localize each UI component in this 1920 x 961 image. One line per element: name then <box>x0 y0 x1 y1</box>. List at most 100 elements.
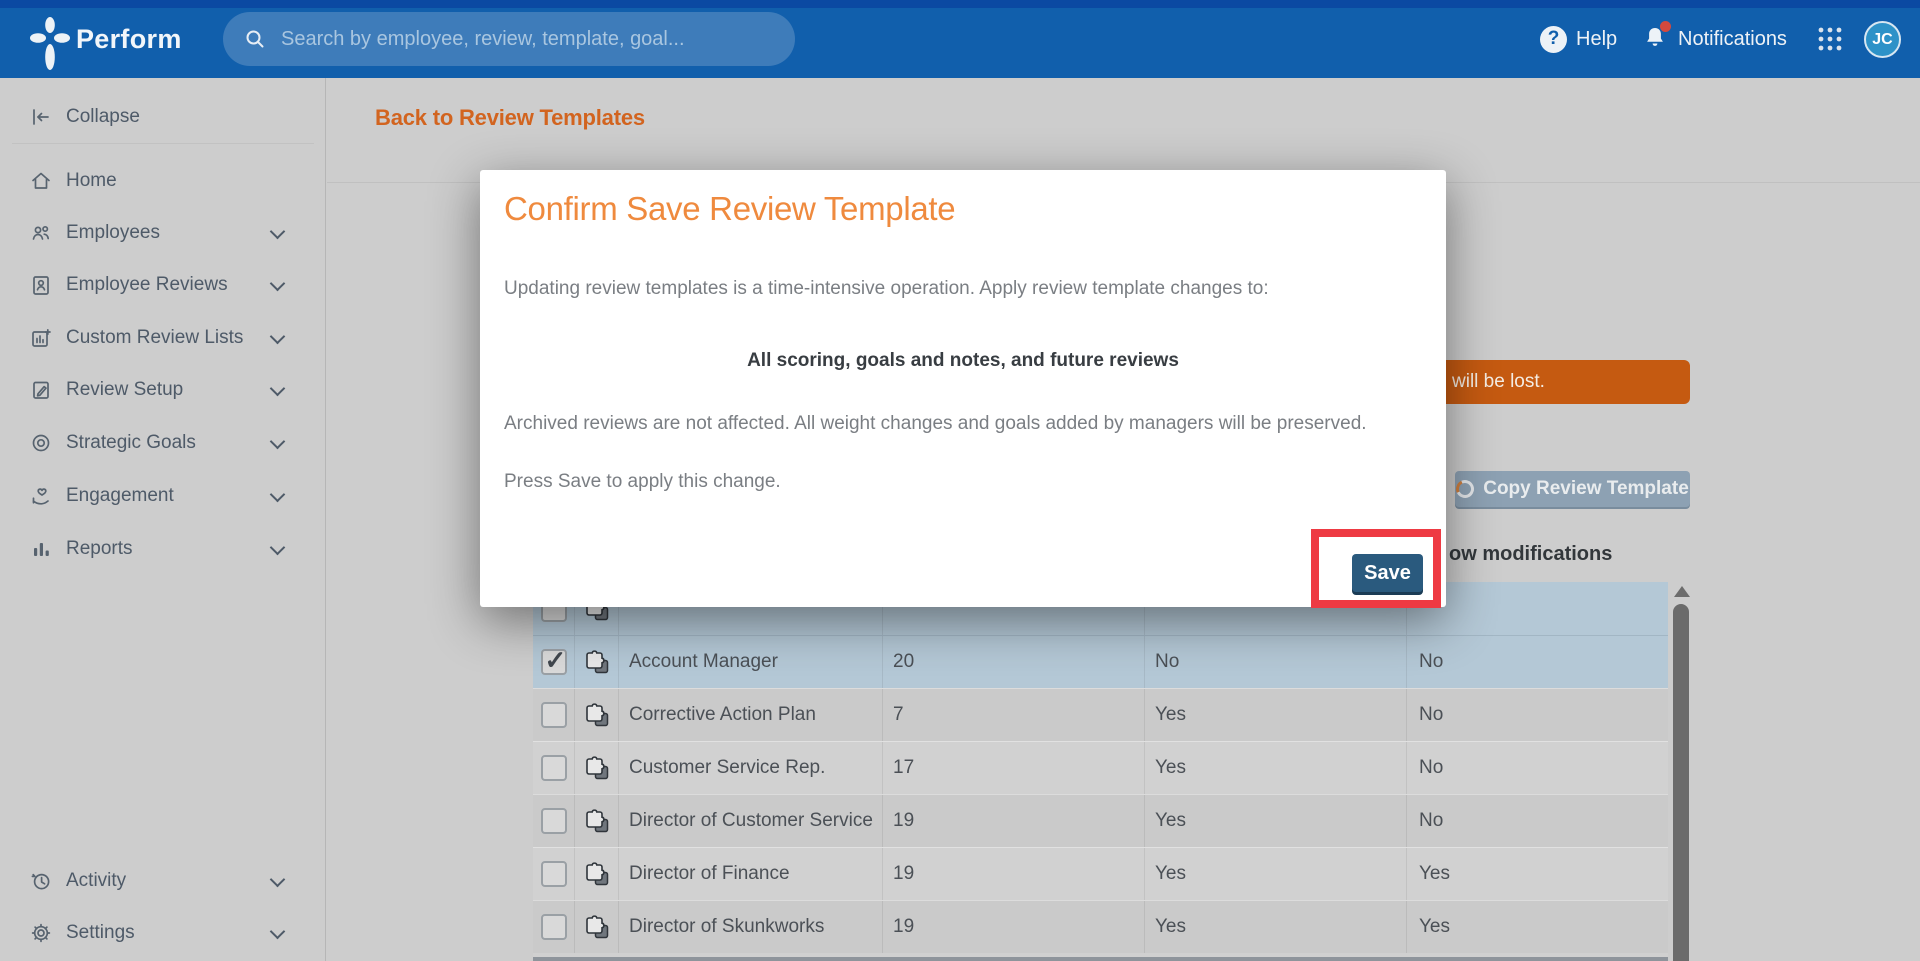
chevron-down-icon <box>269 328 286 345</box>
scrollbar-thumb[interactable] <box>1673 604 1689 961</box>
sidebar-item-custom-review-lists[interactable]: Custom Review Lists <box>0 312 326 364</box>
sidebar-item-activity[interactable]: Activity <box>0 855 326 907</box>
template-count: 19 <box>882 795 1144 847</box>
template-name: Account Manager <box>618 636 882 688</box>
scrollbar-up-arrow[interactable] <box>1674 586 1690 597</box>
row-checkbox[interactable] <box>540 808 567 834</box>
modal-title: Confirm Save Review Template <box>504 190 956 227</box>
settings-gear-icon <box>28 920 54 946</box>
custom-review-lists-icon <box>28 325 54 351</box>
row-checkbox-cell <box>533 742 574 794</box>
table-row[interactable]: Account Manager 20 No No <box>533 635 1668 688</box>
sidebar-item-employees[interactable]: Employees <box>0 207 326 259</box>
template-table-body: Account Manager 20 No No Corrective Acti… <box>533 582 1668 953</box>
modal-emphasis-line: All scoring, goals and notes, and future… <box>747 350 1179 371</box>
template-name: Director of Customer Service <box>618 795 882 847</box>
perform-logo-flower-icon <box>30 17 70 70</box>
template-col4-value: No <box>1406 742 1668 794</box>
top-navbar: Perform ? Help Notifications <box>0 0 1920 78</box>
review-template-puzzle-icon <box>574 795 618 847</box>
template-col4-value: Yes <box>1406 848 1668 900</box>
modal-body-line2: Archived reviews are not affected. All w… <box>504 413 1367 434</box>
template-count: 19 <box>882 848 1144 900</box>
modal-body-line1: Updating review templates is a time-inte… <box>504 278 1269 299</box>
employees-icon <box>28 220 54 246</box>
sidebar-item-strategic-goals[interactable]: Strategic Goals <box>0 417 326 469</box>
row-checkbox-cell <box>533 689 574 741</box>
review-template-puzzle-icon <box>574 689 618 741</box>
help-question-icon: ? <box>1540 25 1567 53</box>
table-horizontal-scrollbar[interactable] <box>533 957 1668 961</box>
row-checkbox-cell <box>533 901 574 953</box>
search-icon <box>246 30 264 48</box>
notification-dot <box>1660 21 1671 32</box>
show-modifications-label: ow modifications <box>1449 543 1613 565</box>
template-col3-value: Yes <box>1144 742 1406 794</box>
sidebar: Collapse Home Employees Employee Reviews <box>0 78 326 961</box>
template-count: 19 <box>882 901 1144 953</box>
row-checkbox[interactable] <box>540 755 567 781</box>
template-name: Director of Finance <box>618 848 882 900</box>
table-row[interactable]: Corrective Action Plan 7 Yes No <box>533 688 1668 741</box>
modal-body-line3: Press Save to apply this change. <box>504 471 781 492</box>
sidebar-item-employee-reviews[interactable]: Employee Reviews <box>0 259 326 311</box>
chevron-down-icon <box>269 275 286 292</box>
strategic-goals-icon <box>28 430 54 456</box>
sidebar-item-home[interactable]: Home <box>0 155 326 207</box>
template-count: 7 <box>882 689 1144 741</box>
chevron-down-icon <box>269 433 286 450</box>
save-button[interactable]: Save <box>1352 554 1423 592</box>
help-label: Help <box>1576 27 1618 50</box>
template-name: Director of Skunkworks <box>618 901 882 953</box>
app-root: Perform ? Help Notifications <box>0 0 1920 961</box>
row-checkbox[interactable] <box>540 702 567 728</box>
sidebar-item-engagement[interactable]: Engagement <box>0 470 326 522</box>
notifications-button[interactable]: Notifications <box>1641 0 1787 78</box>
row-checkbox[interactable] <box>540 914 567 940</box>
sidebar-item-settings[interactable]: Settings <box>0 907 326 959</box>
template-name: Customer Service Rep. <box>618 742 882 794</box>
copy-review-template-button[interactable]: Copy Review Template <box>1453 471 1690 507</box>
back-to-review-templates-link[interactable]: Back to Review Templates <box>375 105 645 131</box>
chevron-down-icon <box>269 923 286 940</box>
chevron-down-icon <box>269 223 286 240</box>
sidebar-item-review-setup[interactable]: Review Setup <box>0 364 326 416</box>
chevron-down-icon <box>269 539 286 556</box>
user-avatar[interactable]: JC <box>1864 21 1901 58</box>
row-checkbox-cell <box>533 795 574 847</box>
global-search[interactable] <box>223 12 795 66</box>
row-checkbox[interactable] <box>540 861 567 887</box>
template-count: 20 <box>882 636 1144 688</box>
template-col3-value: No <box>1144 636 1406 688</box>
template-col3-value: Yes <box>1144 848 1406 900</box>
reports-bar-chart-icon <box>28 536 54 562</box>
sidebar-divider <box>12 143 314 144</box>
table-row[interactable]: Director of Finance 19 Yes Yes <box>533 847 1668 900</box>
template-count: 17 <box>882 742 1144 794</box>
chevron-down-icon <box>269 871 286 888</box>
template-col4-value: Yes <box>1406 901 1668 953</box>
chevron-down-icon <box>269 486 286 503</box>
review-templates-table: Account Manager 20 No No Corrective Acti… <box>533 582 1668 953</box>
chevron-down-icon <box>269 380 286 397</box>
activity-history-icon <box>28 868 54 894</box>
table-row[interactable]: Customer Service Rep. 17 Yes No <box>533 741 1668 794</box>
warning-banner-text: will be lost. <box>1452 371 1545 392</box>
sidebar-item-reports[interactable]: Reports <box>0 523 326 575</box>
template-col4-value: No <box>1406 689 1668 741</box>
review-template-puzzle-icon <box>574 901 618 953</box>
employee-reviews-icon <box>28 272 54 298</box>
confirm-save-modal: Confirm Save Review Template Updating re… <box>480 170 1446 607</box>
search-input[interactable] <box>281 27 775 51</box>
template-name: Corrective Action Plan <box>618 689 882 741</box>
template-col3-value: Yes <box>1144 689 1406 741</box>
template-col4-value: No <box>1406 636 1668 688</box>
table-row[interactable]: Director of Customer Service 19 Yes No <box>533 794 1668 847</box>
copy-ring-icon <box>1453 477 1477 501</box>
row-checkbox[interactable] <box>540 645 567 676</box>
review-template-puzzle-icon <box>574 742 618 794</box>
sidebar-collapse-button[interactable]: Collapse <box>0 95 326 139</box>
table-row[interactable]: Director of Skunkworks 19 Yes Yes <box>533 900 1668 953</box>
help-button[interactable]: ? Help <box>1540 0 1617 78</box>
app-grid-icon[interactable] <box>1816 25 1844 53</box>
